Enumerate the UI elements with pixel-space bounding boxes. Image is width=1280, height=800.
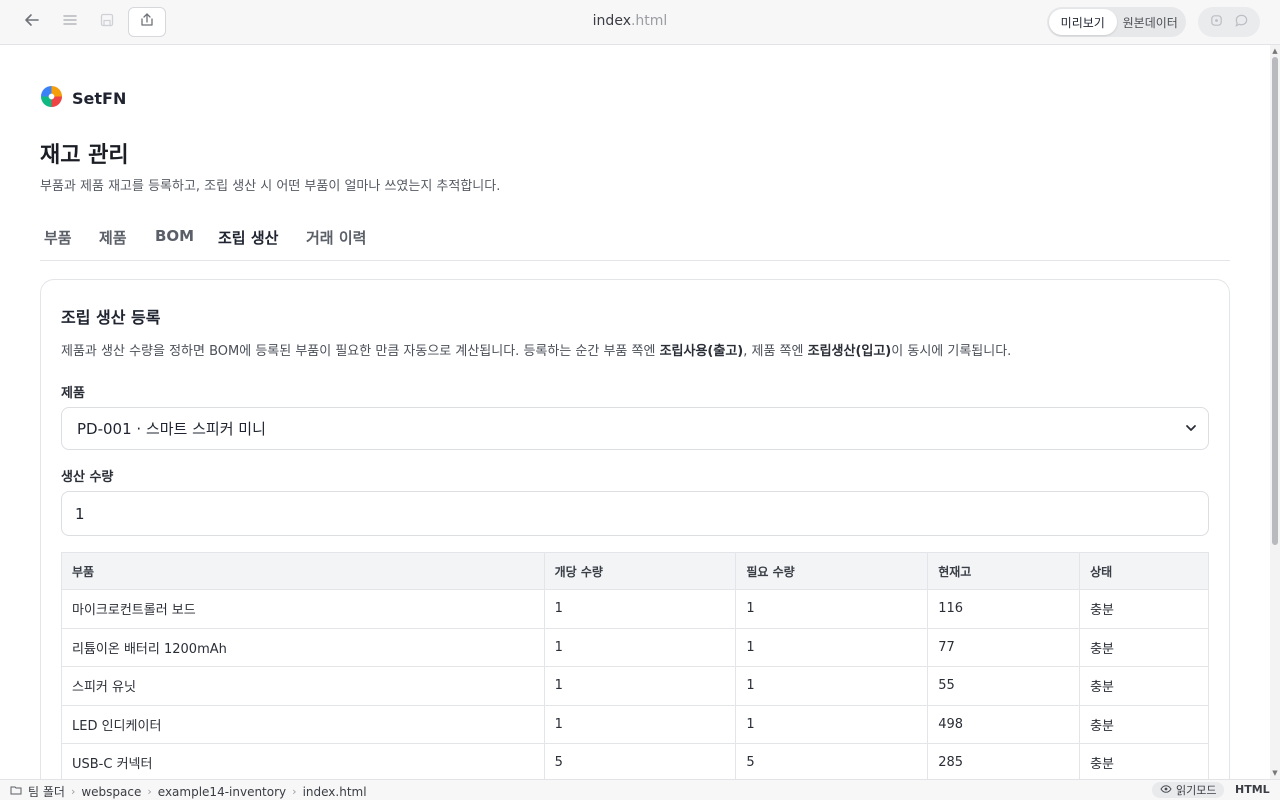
comment-icon[interactable] (1234, 13, 1249, 32)
product-select[interactable]: PD-001 · 스마트 스피커 미니 (61, 407, 1209, 450)
tab-bom[interactable]: BOM (155, 227, 194, 245)
tab-assembly[interactable]: 조립 생산 (218, 227, 278, 248)
scroll-up-arrow-icon[interactable]: ▲ (1271, 47, 1279, 55)
cell-stock: 498 (927, 704, 1081, 744)
cell-required: 1 (735, 627, 929, 667)
desc-text-1: 제품과 생산 수량을 정하면 BOM에 등록된 부품이 필요한 만큼 자동으로 … (61, 344, 660, 359)
cell-status: 충분 (1079, 589, 1209, 629)
status-bar: 팀 폴더 › webspace › example14-inventory › … (0, 779, 1280, 800)
cell-per-unit: 1 (543, 704, 737, 744)
page-subtitle: 부품과 제품 재고를 등록하고, 조립 생산 시 어떤 부품이 얼마나 쓰였는지… (40, 179, 501, 194)
quantity-label: 생산 수량 (61, 470, 114, 485)
cell-status: 충분 (1079, 666, 1209, 706)
cell-per-unit: 1 (543, 666, 737, 706)
brand-logo: SetFN (40, 85, 126, 112)
cell-status: 충분 (1079, 704, 1209, 744)
table-row: 리튬이온 배터리 1200mAh 1 1 77 충분 (61, 627, 1209, 667)
breadcrumb-item[interactable]: webspace (81, 785, 141, 799)
card-title: 조립 생산 등록 (61, 308, 161, 327)
top-toolbar: index.html 미리보기 원본데이터 (0, 0, 1280, 45)
table-header-row: 부품 개당 수량 필요 수량 현재고 상태 (61, 552, 1209, 590)
scroll-down-arrow-icon[interactable]: ▼ (1271, 769, 1279, 777)
table-row: 스피커 유닛 1 1 55 충분 (61, 666, 1209, 706)
cell-required: 5 (735, 743, 929, 779)
cell-stock: 116 (927, 589, 1081, 629)
scrollbar-thumb[interactable] (1272, 57, 1278, 545)
column-header-stock: 현재고 (927, 552, 1081, 590)
breadcrumb-item[interactable]: 팀 폴더 (28, 783, 65, 800)
cell-per-unit: 1 (543, 627, 737, 667)
reader-mode-label: 읽기모드 (1176, 784, 1217, 797)
product-select-value: PD-001 · 스마트 스피커 미니 (77, 420, 266, 438)
breadcrumb: 팀 폴더 › webspace › example14-inventory › … (10, 783, 367, 800)
column-header-required: 필요 수량 (735, 552, 929, 590)
cell-required: 1 (735, 704, 929, 744)
cell-stock: 55 (927, 666, 1081, 706)
eye-icon (1160, 783, 1172, 798)
setfn-logo-icon (40, 85, 63, 112)
brand-name: SetFN (72, 89, 127, 108)
desc-text-2: , 제품 쪽엔 (743, 344, 808, 359)
quantity-input-value: 1 (75, 504, 85, 523)
cell-status: 충분 (1079, 743, 1209, 779)
cell-required: 1 (735, 589, 929, 629)
column-header-per-unit: 개당 수량 (543, 552, 737, 590)
breadcrumb-item[interactable]: index.html (303, 785, 367, 799)
file-extension: .html (630, 13, 668, 29)
chevron-right-icon: › (70, 785, 76, 798)
language-indicator[interactable]: HTML (1235, 783, 1270, 796)
cell-part: 마이크로컨트롤러 보드 (61, 589, 545, 629)
cell-required: 1 (735, 666, 929, 706)
cell-stock: 285 (927, 743, 1081, 779)
source-tab[interactable]: 원본데이터 (1117, 9, 1185, 35)
card-description: 제품과 생산 수량을 정하면 BOM에 등록된 부품이 필요한 만큼 자동으로 … (61, 340, 1011, 359)
desc-bold-in: 조립생산(입고) (807, 344, 892, 359)
table-row: USB-C 커넥터 5 5 285 충분 (61, 743, 1209, 779)
quantity-input[interactable]: 1 (61, 491, 1209, 536)
cell-per-unit: 1 (543, 589, 737, 629)
cell-part: 스피커 유닛 (61, 666, 545, 706)
column-header-status: 상태 (1079, 552, 1209, 590)
cell-stock: 77 (927, 627, 1081, 667)
right-actions (1198, 7, 1260, 37)
file-name: index (592, 13, 631, 29)
chevron-right-icon: › (292, 785, 297, 798)
cell-status: 충분 (1079, 627, 1209, 667)
cell-per-unit: 5 (543, 743, 737, 779)
desc-text-3: 이 동시에 기록됩니다. (891, 344, 1012, 359)
assembly-card: 조립 생산 등록 제품과 생산 수량을 정하면 BOM에 등록된 부품이 필요한… (40, 279, 1230, 779)
preview-tab[interactable]: 미리보기 (1049, 9, 1117, 35)
view-toggle: 미리보기 원본데이터 (1047, 7, 1186, 37)
tab-parts[interactable]: 부품 (44, 227, 72, 248)
notification-icon[interactable] (1209, 13, 1224, 32)
reader-mode-button[interactable]: 읽기모드 (1152, 782, 1225, 798)
cell-part: LED 인디케이터 (61, 704, 545, 744)
bom-requirements-table: 부품 개당 수량 필요 수량 현재고 상태 마이크로컨트롤러 보드 1 1 11… (61, 552, 1209, 779)
product-label: 제품 (61, 386, 85, 401)
desc-bold-out: 조립사용(출고) (659, 344, 744, 359)
tab-history[interactable]: 거래 이력 (306, 227, 366, 248)
tab-bar: 부품 제품 BOM 조립 생산 거래 이력 (40, 225, 1230, 261)
breadcrumb-item[interactable]: example14-inventory (158, 785, 286, 799)
chevron-right-icon: › (147, 785, 152, 798)
cell-part: USB-C 커넥터 (61, 743, 545, 779)
chevron-down-icon (1184, 421, 1198, 439)
preview-content: SetFN 재고 관리 부품과 제품 재고를 등록하고, 조립 생산 시 어떤 … (0, 45, 1270, 779)
folder-icon (10, 784, 22, 799)
page-title: 재고 관리 (40, 143, 129, 168)
table-row: LED 인디케이터 1 1 498 충분 (61, 704, 1209, 744)
tab-products[interactable]: 제품 (99, 227, 127, 248)
cell-part: 리튬이온 배터리 1200mAh (61, 627, 545, 667)
table-row: 마이크로컨트롤러 보드 1 1 116 충분 (61, 589, 1209, 629)
vertical-scrollbar[interactable]: ▲ ▼ (1270, 45, 1280, 779)
column-header-part: 부품 (61, 552, 545, 590)
